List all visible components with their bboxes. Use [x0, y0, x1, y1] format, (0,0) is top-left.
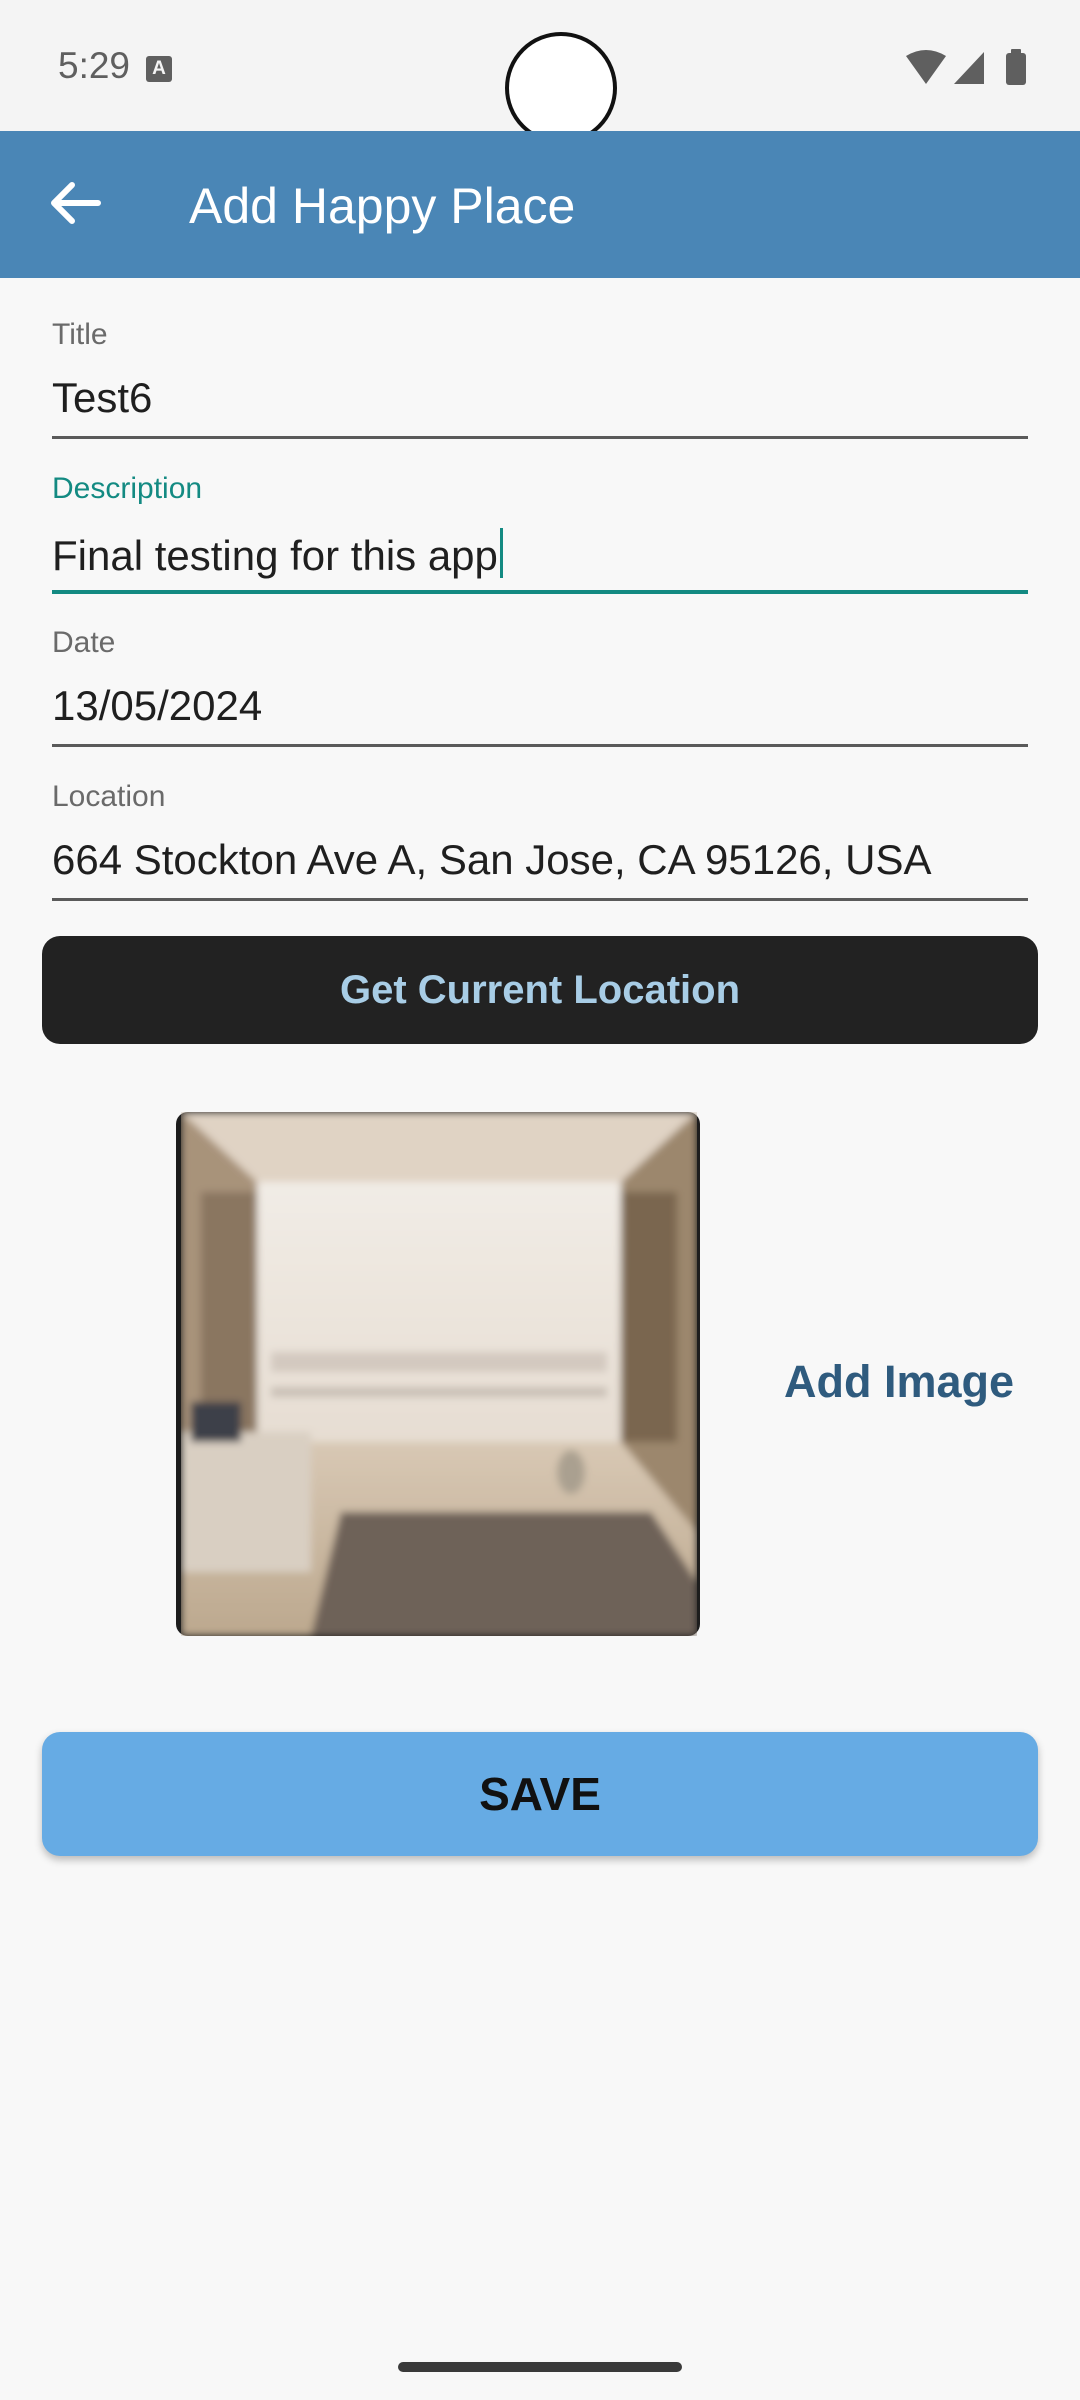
title-input[interactable]: Test6 [52, 374, 152, 422]
description-input[interactable]: Final testing for this app [52, 528, 503, 580]
add-image-button[interactable]: Add Image [784, 1356, 1014, 1408]
description-underline [52, 590, 1028, 594]
cell-signal-icon [954, 52, 984, 84]
description-field[interactable]: Description Final testing for this app [52, 472, 1028, 597]
save-button[interactable]: SAVE [42, 1732, 1038, 1856]
camera-cutout [505, 32, 617, 144]
location-label: Location [52, 780, 166, 813]
battery-icon [1006, 49, 1026, 85]
description-label: Description [52, 472, 203, 505]
location-underline [52, 898, 1028, 901]
app-bar: Add Happy Place [0, 131, 1080, 278]
description-text: Final testing for this app [52, 532, 498, 579]
get-current-location-button[interactable]: Get Current Location [42, 936, 1038, 1044]
page-title: Add Happy Place [189, 178, 576, 234]
status-time: 5:29 [58, 45, 131, 86]
date-label: Date [52, 626, 116, 659]
text-caret [499, 528, 503, 578]
arrow-left-icon [51, 182, 101, 224]
wifi-icon [906, 50, 946, 84]
place-image[interactable] [181, 1112, 697, 1636]
add-happy-place-screen: 5:29 A Add Happy Place Title Test6 Descr… [0, 0, 1080, 2400]
gesture-nav-handle[interactable] [398, 2362, 682, 2372]
title-label: Title [52, 318, 108, 351]
date-underline [52, 744, 1028, 747]
date-input[interactable]: 13/05/2024 [52, 682, 262, 730]
title-underline [52, 436, 1028, 439]
title-field[interactable]: Title Test6 [52, 318, 1028, 443]
status-bar: 5:29 A [0, 0, 1080, 144]
back-button[interactable] [30, 161, 118, 249]
date-field[interactable]: Date 13/05/2024 [52, 626, 1028, 751]
location-field[interactable]: Location 664 Stockton Ave A, San Jose, C… [52, 780, 1028, 905]
keyboard-a-icon: A [146, 56, 172, 82]
location-input[interactable]: 664 Stockton Ave A, San Jose, CA 95126, … [52, 836, 931, 884]
status-icons [904, 48, 1034, 88]
